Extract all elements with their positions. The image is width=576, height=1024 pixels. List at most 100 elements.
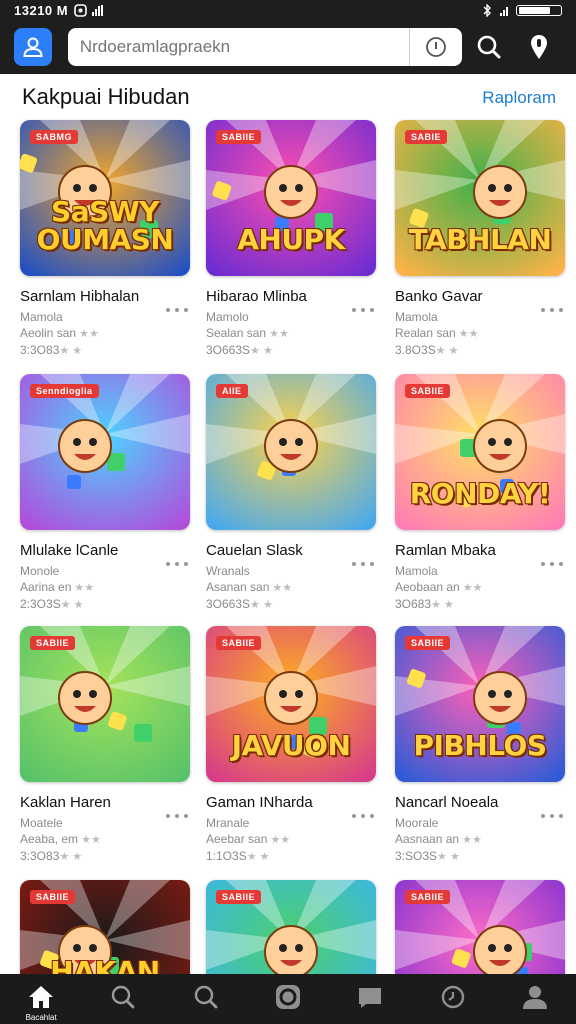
game-badge: SABIIE	[216, 636, 262, 650]
game-title[interactable]: Kaklan Haren	[20, 794, 190, 811]
section-title: Kakpuai Hibudan	[22, 84, 190, 109]
game-title[interactable]: Gaman INharda	[206, 794, 376, 811]
game-thumbnail[interactable]: SABIE TABHLAN	[395, 120, 565, 276]
game-card[interactable]: SABIIE JAVUON Gaman INharda Mranale Aeebar s…	[206, 626, 376, 865]
game-thumbnail[interactable]: SABIIE AHUPK	[206, 120, 376, 276]
game-card[interactable]: SABIIE Kaklan Haren Moatele Aeaba, em ★★ 3:3…	[20, 626, 190, 865]
search-icon	[110, 984, 136, 1015]
game-card[interactable]: SABMG SaSWY OUMASN Sarnlam Hibhalan Mamola A…	[20, 120, 190, 359]
history-button[interactable]	[410, 28, 462, 66]
game-thumbnail[interactable]: SABIIE JAVUON	[206, 626, 376, 782]
status-time: 13210 M	[14, 2, 69, 18]
game-rating-text: Aarina en	[20, 580, 72, 594]
game-title[interactable]: Hibarao Mlinba	[206, 288, 376, 305]
game-card[interactable]: SABIIE AHUPK Hibarao Mlinba Mamolo Sealan sa…	[206, 120, 376, 359]
game-badge: SABIIE	[216, 890, 262, 904]
game-title[interactable]: Cauelan Slask	[206, 542, 376, 559]
game-card[interactable]: Senndioglia Mlulake lCanle Monole Aarina en…	[20, 374, 190, 613]
person-icon	[23, 37, 43, 57]
game-meta: Mranale Aeebar san ★★ 1:1O3S★ ★	[206, 815, 376, 865]
bluetooth-icon	[483, 3, 491, 17]
star-icon: ★★	[269, 582, 293, 594]
nav-item-search[interactable]	[91, 974, 155, 1024]
more-options-icon[interactable]	[166, 303, 188, 317]
game-rating-text: Aeobaan an	[395, 580, 460, 594]
nav-label: Bacahlat	[25, 1013, 57, 1022]
game-logo: SaSWY OUMASN	[36, 195, 174, 256]
game-meta: Wranals Asanan san ★★ 3O663S★ ★	[206, 563, 376, 613]
game-meta: Mamola Aeobaan an ★★ 3O683★ ★	[395, 563, 565, 613]
games-icon	[274, 983, 302, 1016]
nav-item-home[interactable]: Bacahlat	[9, 974, 73, 1024]
game-meta: Mamola Aeolin san ★★ 3:3O83★ ★	[20, 309, 190, 359]
game-badge: Senndioglia	[30, 384, 99, 398]
star-icon: ★ ★	[431, 599, 454, 611]
more-options-icon[interactable]	[166, 557, 188, 571]
nav-item-search[interactable]	[174, 974, 238, 1024]
see-more-link[interactable]: Raploram	[482, 88, 556, 108]
home-icon	[27, 984, 55, 1015]
game-card[interactable]: AIIE Cauelan Slask Wranals Asanan san ★★ 3O6…	[206, 374, 376, 613]
game-rating-text: Aeebar san	[206, 832, 268, 846]
star-icon: ★ ★	[60, 599, 84, 611]
game-thumbnail[interactable]: SABMG SaSWY OUMASN	[20, 120, 190, 276]
game-rating-text: Aeaba, em	[20, 832, 79, 846]
game-download-count: 3.8O3S	[395, 343, 436, 357]
star-icon: ★★	[71, 582, 95, 594]
game-title[interactable]: Mlulake lCanle	[20, 542, 190, 559]
game-badge: SABIIE	[216, 130, 262, 144]
star-icon: ★★	[266, 328, 289, 340]
game-card[interactable]: SABIE TABHLAN Banko Gavar Mamola Realan san …	[395, 120, 565, 359]
game-thumbnail[interactable]: SABIIE RONDAY!	[395, 374, 565, 530]
star-icon: ★ ★	[246, 851, 270, 863]
search-icon	[477, 35, 501, 59]
game-logo: TABHLAN	[408, 223, 552, 256]
game-card[interactable]: SABIIE PIBHLOS Nancarl Noeala Moorale Aasnaa…	[395, 626, 565, 865]
nav-item-library[interactable]	[338, 974, 402, 1024]
game-developer: Mamola	[395, 564, 438, 578]
game-download-count: 2:3O3S	[20, 597, 61, 611]
game-thumbnail[interactable]: Senndioglia	[20, 374, 190, 530]
game-download-count: 3O683	[395, 597, 432, 611]
game-developer: Wranals	[206, 564, 250, 578]
game-badge: SABMG	[30, 130, 78, 144]
star-icon: ★ ★	[59, 851, 83, 863]
more-options-icon[interactable]	[352, 809, 374, 823]
status-bar: 13210 M	[0, 0, 576, 20]
search-input[interactable]	[79, 37, 410, 57]
game-badge: SABIIE	[405, 636, 451, 650]
game-rating-text: Aeolin san	[20, 326, 77, 340]
nav-item-account[interactable]	[503, 974, 567, 1024]
star-icon: ★★	[459, 582, 483, 594]
game-logo: JAVUON	[231, 729, 351, 762]
star-icon: ★ ★	[435, 345, 459, 357]
more-options-icon[interactable]	[352, 303, 374, 317]
profile-button[interactable]	[14, 28, 52, 66]
game-thumbnail[interactable]: SABIIE	[20, 626, 190, 782]
game-thumbnail[interactable]: AIIE	[206, 374, 376, 530]
game-meta: Mamola Realan san ★★ 3.8O3S★ ★	[395, 309, 565, 359]
more-options-icon[interactable]	[541, 809, 563, 823]
more-options-icon[interactable]	[166, 809, 188, 823]
nav-item-clock[interactable]	[421, 974, 485, 1024]
game-download-count: 3:SO3S	[395, 849, 438, 863]
voice-search-button[interactable]	[516, 24, 562, 70]
nav-item-games[interactable]	[256, 974, 320, 1024]
game-title[interactable]: Nancarl Noeala	[395, 794, 565, 811]
game-title[interactable]: Ramlan Mbaka	[395, 542, 565, 559]
more-options-icon[interactable]	[541, 557, 563, 571]
game-download-count: 3:3O83	[20, 343, 60, 357]
account-icon	[522, 984, 548, 1015]
game-title[interactable]: Banko Gavar	[395, 288, 565, 305]
more-options-icon[interactable]	[352, 557, 374, 571]
cell-signal-icon	[500, 5, 508, 16]
game-title[interactable]: Sarnlam Hibhalan	[20, 288, 190, 305]
search-button[interactable]	[466, 24, 512, 70]
search-bar	[67, 28, 463, 66]
game-developer: Moorale	[395, 816, 439, 830]
more-options-icon[interactable]	[541, 303, 563, 317]
game-rating-text: Sealan san	[206, 326, 267, 340]
game-thumbnail[interactable]: SABIIE PIBHLOS	[395, 626, 565, 782]
game-card[interactable]: SABIIE RONDAY! Ramlan Mbaka Mamola Aeobaan a…	[395, 374, 565, 613]
clock-icon	[440, 984, 466, 1015]
